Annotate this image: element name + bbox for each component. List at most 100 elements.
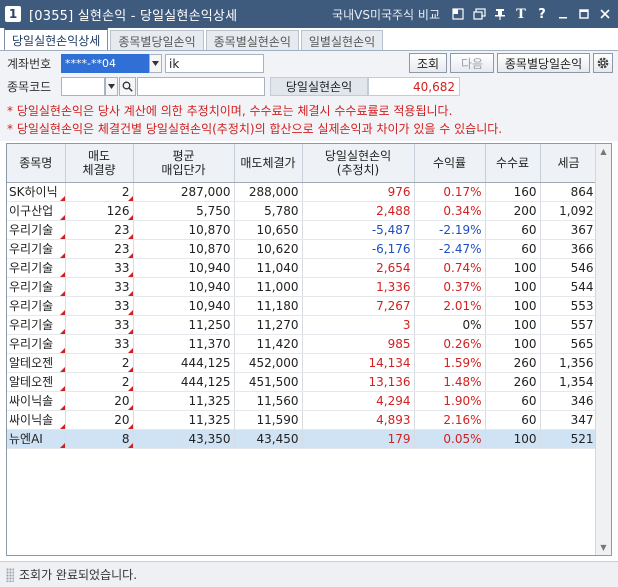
header-text: 수수료 [495,155,530,170]
close-icon[interactable] [598,7,612,21]
cell-return-rate: 1.48% [414,372,486,392]
notice-line-2: * 당일실현손익은 체결건별 당일실현손익(추정치)의 합산으로 실제손익과 차… [7,122,503,136]
table-row[interactable]: 뉴엔AI 8 43,350 43,450 179 0.05% 100 521 [7,429,598,449]
cell-tax: 366 [540,239,598,259]
chevron-down-icon [108,84,115,89]
table-row[interactable]: 우리기술 23 10,870 10,650 -5,487 -2.19% 60 367 [7,220,598,240]
daily-realized-pl-label: 당일실현손익 [270,77,368,96]
cell-realized-pl: -5,487 [302,220,415,240]
cell-realized-pl: 14,134 [302,353,415,373]
cell-sell-qty: 33 [65,277,134,297]
cell-sell-price: 452,000 [234,353,303,373]
table-row[interactable]: 알테오젠 2 444,125 451,500 13,136 1.48% 260 1,354 [7,372,598,392]
window-title: [0355] 실현손익 - 당일실현손익상세 [29,8,238,24]
cell-stock-name: 알테오젠 [7,353,66,373]
header-realized-pl[interactable]: 당일실현손익 (추정치) [302,144,415,183]
header-sell-price[interactable]: 매도체결가 [234,144,303,183]
cell-stock-name: 이구산업 [7,201,66,221]
cell-fee: 160 [485,182,541,202]
header-return-rate[interactable]: 수익률 [414,144,486,183]
minimize-icon[interactable] [556,7,570,21]
cell-fee: 100 [485,296,541,316]
font-size-icon[interactable]: T [514,7,528,21]
header-fee[interactable]: 수수료 [485,144,541,183]
maximize-icon[interactable] [577,7,591,21]
grip-icon [6,567,14,582]
chevron-down-icon [152,61,159,66]
stock-name-field[interactable] [137,77,265,96]
compare-link[interactable]: 국내VS미국주식 비교 [332,6,440,23]
cell-sell-qty: 33 [65,315,134,335]
tab-daily-realized[interactable]: 일별실현손익 [300,30,384,51]
by-stock-daily-button[interactable]: 종목별당일손익 [497,53,590,73]
cell-return-rate: 1.59% [414,353,486,373]
table-row[interactable]: 싸이닉솔 20 11,325 11,590 4,893 2.16% 60 347 [7,410,598,430]
tab-daily-realized-detail[interactable]: 당일실현손익상세 [4,28,109,51]
vertical-scrollbar[interactable]: ▲ ▼ [595,144,611,555]
status-bar: 조회가 완료되었습니다. [0,561,618,587]
cell-stock-name: 우리기술 [7,334,66,354]
cell-stock-name: 알테오젠 [7,372,66,392]
header-text: 체결량 [82,162,116,177]
scroll-track[interactable] [598,160,609,539]
table-row[interactable]: SK하이닉 2 287,000 288,000 976 0.17% 160 864 [7,182,598,202]
table-row[interactable]: 우리기술 23 10,870 10,620 -6,176 -2.47% 60 366 [7,239,598,259]
cell-return-rate: 2.16% [414,410,486,430]
query-button[interactable]: 조회 [409,53,447,73]
cell-fee: 60 [485,220,541,240]
cell-avg-buy-price: 11,325 [133,410,235,430]
cell-sell-price: 10,620 [234,239,303,259]
cell-stock-name: 우리기술 [7,296,66,316]
stock-code-dropdown-button[interactable] [105,77,118,96]
cell-sell-price: 11,180 [234,296,303,316]
cell-realized-pl: 179 [302,429,415,449]
stock-code-input[interactable] [61,77,105,96]
table-row[interactable]: 우리기술 33 10,940 11,180 7,267 2.01% 100 553 [7,296,598,316]
table-row[interactable]: 우리기술 33 11,370 11,420 985 0.26% 100 565 [7,334,598,354]
account-number-field[interactable]: ****-**04 [61,54,149,73]
table-row[interactable]: 우리기술 33 11,250 11,270 3 0% 100 557 [7,315,598,335]
stock-search-button[interactable] [119,77,136,96]
copy-window-icon[interactable] [472,7,486,21]
cell-return-rate: 0.26% [414,334,486,354]
account-label: 계좌번호 [7,57,52,71]
table-row[interactable]: 알테오젠 2 444,125 452,000 14,134 1.59% 260 1,356 [7,353,598,373]
cell-realized-pl: 3 [302,315,415,335]
table-row[interactable]: 이구산업 126 5,750 5,780 2,488 0.34% 200 1,092 [7,201,598,221]
cell-realized-pl: 7,267 [302,296,415,316]
cell-sell-price: 43,450 [234,429,303,449]
cell-avg-buy-price: 43,350 [133,429,235,449]
cell-sell-price: 11,420 [234,334,303,354]
cell-fee: 100 [485,277,541,297]
pin-icon[interactable] [493,7,507,21]
next-button[interactable]: 다음 [450,53,494,73]
table-row[interactable]: 싸이닉솔 20 11,325 11,560 4,294 1.90% 60 346 [7,391,598,411]
header-text: 수익률 [432,155,467,170]
cell-tax: 367 [540,220,598,240]
header-stock-name[interactable]: 종목명 [7,144,66,183]
account-dropdown-button[interactable] [149,54,162,73]
tab-by-stock-realized[interactable]: 종목별실현손익 [205,30,299,51]
table-row[interactable]: 우리기술 33 10,940 11,000 1,336 0.37% 100 544 [7,277,598,297]
header-sell-qty[interactable]: 매도 체결량 [65,144,134,183]
title-bar: 1 [0355] 실현손익 - 당일실현손익상세 국내VS미국주식 비교 T ? [0,0,618,28]
cell-fee: 100 [485,429,541,449]
settings-button[interactable] [593,53,613,73]
cell-sell-price: 11,270 [234,315,303,335]
scroll-down-icon[interactable]: ▼ [596,540,611,555]
tab-by-stock-daily[interactable]: 종목별당일손익 [110,30,204,51]
scroll-up-icon[interactable]: ▲ [596,144,611,159]
query-form: 계좌번호 ****-**04 ik 조회 다음 종목별당일손익 종목코드 당일실… [0,51,618,99]
account-name-field[interactable]: ik [165,54,264,73]
cell-tax: 544 [540,277,598,297]
cell-tax: 1,092 [540,201,598,221]
cell-stock-name: 싸이닉솔 [7,391,66,411]
table-row[interactable]: 우리기술 33 10,940 11,040 2,654 0.74% 100 546 [7,258,598,278]
table-body: SK하이닉 2 287,000 288,000 976 0.17% 160 864 이구산업 12… [7,182,598,449]
restore-window-icon[interactable] [451,7,465,21]
header-tax[interactable]: 세금 [540,144,598,183]
cell-stock-name: 우리기술 [7,239,66,259]
help-icon[interactable]: ? [535,7,549,21]
header-avg-buy-price[interactable]: 평균 매입단가 [133,144,235,183]
cell-sell-qty: 33 [65,296,134,316]
